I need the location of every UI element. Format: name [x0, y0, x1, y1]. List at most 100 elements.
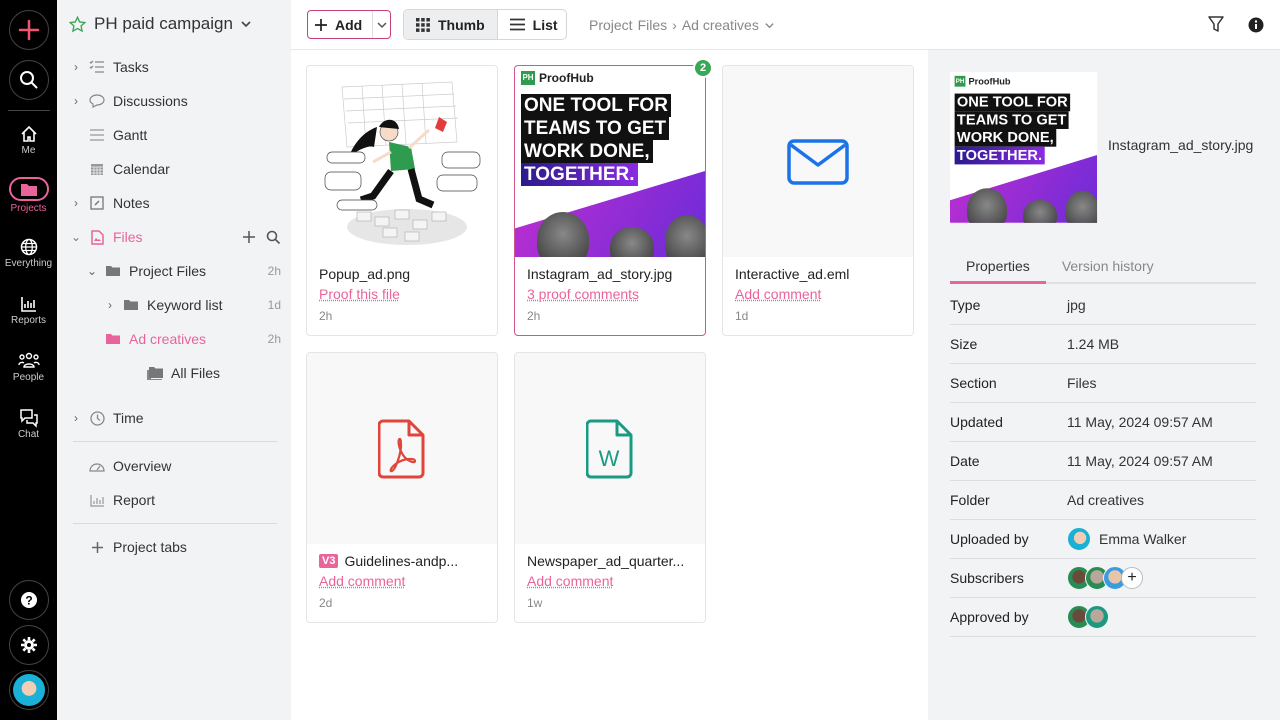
sidebar-item-label: Tasks — [113, 59, 149, 75]
sidebar-item-gantt[interactable]: Gantt — [69, 123, 281, 147]
rail-item-chat[interactable]: Chat — [0, 407, 57, 440]
rail-item-projects[interactable]: Projects — [0, 177, 57, 214]
add-comment-link[interactable]: Add comment — [735, 286, 821, 302]
chevron-down-icon[interactable]: ⌄ — [85, 264, 99, 278]
folder-icon — [124, 300, 138, 310]
approvers-list — [1067, 605, 1109, 629]
file-card[interactable]: Popup_ad.png Proof this file 2h — [306, 65, 498, 336]
chevron-right-icon[interactable]: › — [69, 196, 83, 210]
property-value: 11 May, 2024 09:57 AM — [1067, 453, 1213, 469]
folder-all-files[interactable]: All Files — [141, 361, 281, 385]
user-avatar[interactable] — [9, 670, 49, 710]
chevron-right-icon[interactable]: › — [103, 298, 117, 312]
add-subscriber-button[interactable]: + — [1121, 567, 1143, 589]
chevron-right-icon[interactable]: › — [69, 411, 83, 425]
project-tabs-button[interactable]: Project tabs — [69, 535, 281, 559]
sidebar-item-label: Time — [113, 410, 144, 426]
property-row: Subscribers + — [950, 559, 1256, 598]
sidebar-item-calendar[interactable]: Calendar — [69, 157, 281, 181]
rail-item-me[interactable]: Me — [0, 123, 57, 156]
sidebar-item-notes[interactable]: › Notes — [69, 191, 281, 215]
breadcrumb-current[interactable]: Ad creatives — [682, 17, 759, 33]
sidebar-item-files[interactable]: ⌄ Files — [69, 225, 281, 249]
ad-headline-line: TEAMS TO GET — [521, 117, 670, 140]
add-comment-link[interactable]: Add comment — [527, 573, 613, 589]
file-age: 1w — [527, 596, 543, 610]
ad-creative-image: PH ProofHub ONE TOOL FOR TEAMS TO GET WOR… — [515, 66, 705, 257]
folder-icon — [106, 266, 120, 276]
ad-headline-line: WORK DONE, — [954, 128, 1056, 147]
tab-version-history[interactable]: Version history — [1046, 250, 1170, 282]
add-file-icon[interactable] — [242, 230, 256, 244]
sidebar-item-label: All Files — [171, 365, 221, 381]
help-button[interactable]: ? — [9, 580, 49, 620]
ad-headline-line: ONE TOOL FOR — [521, 94, 671, 117]
file-card-selected[interactable]: PH ProofHub ONE TOOL FOR TEAMS TO GET WOR… — [514, 58, 713, 336]
property-row: Type jpg — [950, 286, 1256, 325]
notes-icon — [90, 196, 104, 210]
project-name: PH paid campaign — [94, 14, 233, 33]
sidebar-item-overview[interactable]: Overview — [69, 454, 281, 478]
chevron-right-icon[interactable]: › — [69, 60, 83, 74]
ad-headline-line: WORK DONE, — [521, 140, 653, 163]
sidebar-item-report[interactable]: Report — [69, 488, 281, 512]
ad-headline-line: TEAMS TO GET — [954, 111, 1069, 129]
folder-keyword-list[interactable]: › Keyword list 1d — [103, 293, 281, 317]
folder-ad-creatives[interactable]: Ad creatives 2h — [85, 327, 281, 351]
global-search-button[interactable] — [9, 60, 49, 100]
rail-item-everything[interactable]: Everything — [0, 236, 57, 269]
breadcrumb-files[interactable]: Files — [638, 17, 668, 33]
info-icon[interactable] — [1248, 17, 1264, 33]
file-preview[interactable]: PH ProofHub ONE TOOL FOR TEAMS TO GET WOR… — [950, 72, 1098, 223]
project-switcher[interactable]: PH paid campaign — [69, 14, 253, 34]
file-name[interactable]: Newspaper_ad_quarter... — [527, 553, 693, 569]
add-button[interactable]: Add — [308, 11, 374, 38]
property-key: Subscribers — [950, 570, 1024, 586]
settings-button[interactable] — [9, 625, 49, 665]
filter-icon[interactable] — [1208, 15, 1224, 33]
uploader[interactable]: Emma Walker — [1067, 527, 1186, 551]
file-name[interactable]: Interactive_ad.eml — [735, 266, 901, 282]
sidebar-item-label: Discussions — [113, 93, 188, 109]
chevron-right-icon[interactable]: › — [69, 94, 83, 108]
sidebar-item-label: Project Files — [129, 263, 207, 279]
file-thumbnail: PH ProofHub ONE TOOL FOR TEAMS TO GET WOR… — [515, 66, 705, 257]
bar-chart-icon — [20, 297, 36, 312]
rail-item-reports[interactable]: Reports — [0, 293, 57, 326]
add-comment-link[interactable]: Add comment — [319, 573, 405, 589]
details-file-name: Instagram_ad_story.jpg — [1108, 137, 1254, 153]
sidebar-item-tasks[interactable]: › Tasks — [69, 55, 281, 79]
rail-item-people[interactable]: People — [0, 350, 57, 383]
file-name[interactable]: V3 Guidelines-andp... — [319, 553, 485, 569]
property-value[interactable]: Ad creatives — [1067, 492, 1144, 508]
quick-add-button[interactable] — [9, 10, 49, 50]
tab-properties[interactable]: Properties — [950, 250, 1046, 284]
property-row: Date 11 May, 2024 09:57 AM — [950, 442, 1256, 481]
avatar[interactable] — [1085, 605, 1109, 629]
star-icon[interactable] — [69, 15, 86, 33]
proof-file-link[interactable]: Proof this file — [319, 286, 400, 302]
search-files-icon[interactable] — [266, 230, 281, 245]
list-view-button[interactable]: List — [498, 10, 566, 39]
file-card[interactable]: V3 Guidelines-andp... Add comment 2d — [306, 352, 498, 623]
file-name[interactable]: Instagram_ad_story.jpg — [527, 266, 693, 282]
files-icon — [90, 229, 104, 245]
sidebar-item-time[interactable]: › Time — [69, 406, 281, 430]
file-card[interactable]: W Newspaper_ad_quarter... Add comment 1w — [514, 352, 706, 623]
rail-label: Everything — [4, 258, 53, 269]
folder-project-files[interactable]: ⌄ Project Files 2h — [85, 259, 281, 283]
file-name[interactable]: Popup_ad.png — [319, 266, 485, 282]
breadcrumb-separator: › — [672, 17, 677, 33]
gear-icon — [21, 637, 37, 653]
sidebar-item-label: Overview — [113, 458, 172, 474]
thumb-view-button[interactable]: Thumb — [404, 10, 498, 39]
add-dropdown-button[interactable] — [373, 19, 390, 31]
chevron-down-icon[interactable] — [764, 20, 775, 31]
property-key: Type — [950, 297, 981, 313]
sidebar-item-discussions[interactable]: › Discussions — [69, 89, 281, 113]
chevron-down-icon[interactable]: ⌄ — [69, 230, 83, 244]
ad-brand-logo: PH ProofHub — [954, 75, 1011, 87]
breadcrumb-project[interactable]: Project — [589, 17, 633, 33]
file-card[interactable]: Interactive_ad.eml Add comment 1d — [722, 65, 914, 336]
proof-comments-link[interactable]: 3 proof comments — [527, 286, 639, 302]
